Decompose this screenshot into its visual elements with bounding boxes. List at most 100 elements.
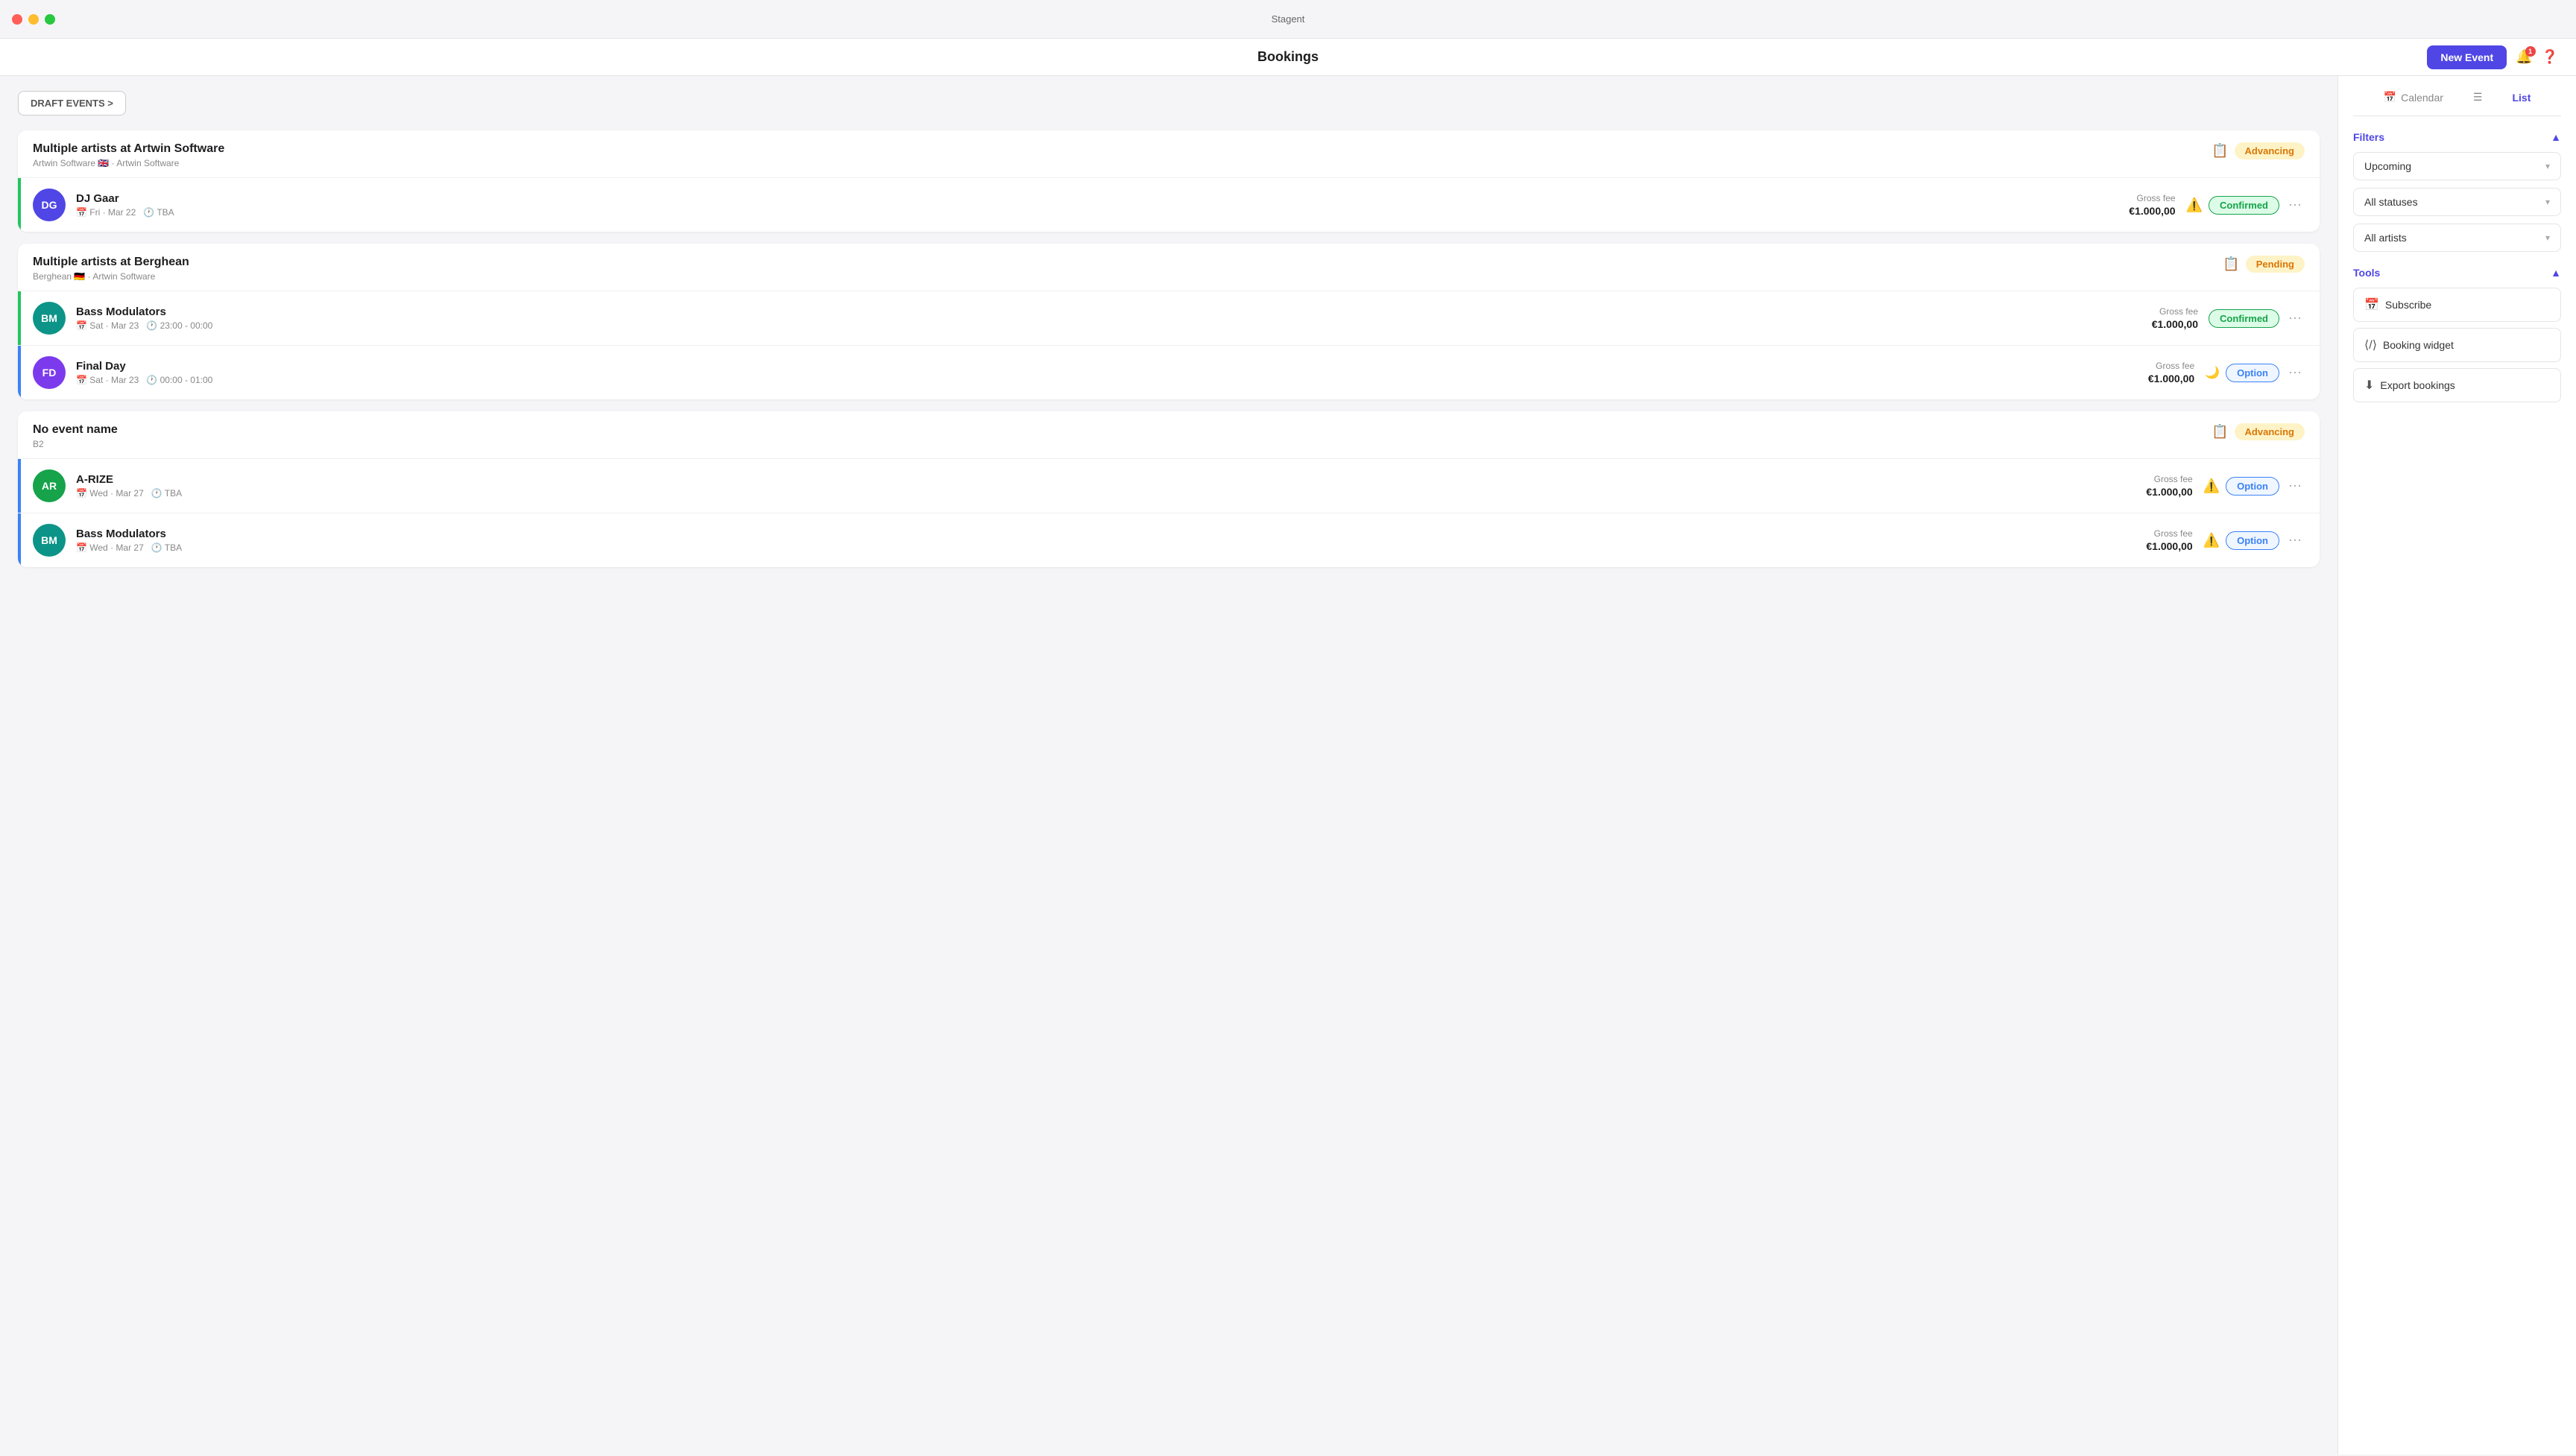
artist-name: DJ Gaar [76,192,2076,205]
app-title: Stagent [1272,13,1305,25]
fee-section: Gross fee €1.000,00 [2103,528,2193,552]
avatar: DG [33,189,66,221]
row-actions: Confirmed ⋯ [2209,308,2305,328]
row-actions: 🌙 Option ⋯ [2205,363,2305,382]
event-status: 📋 Pending [2223,256,2305,273]
moon-icon: 🌙 [2205,365,2220,380]
all-artists-filter[interactable]: All artists ▾ [2353,224,2561,252]
list-toggle-button[interactable]: ☰ [2467,88,2489,107]
calendar-view-button[interactable]: 📅 Calendar [2378,88,2449,107]
date-info: 📅 Sat · Mar 23 [76,375,139,385]
notifications-button[interactable]: 🔔 1 [2516,49,2532,65]
event-group: No event name B2 📋 Advancing AR A-RIZE 📅… [18,411,2320,567]
fee-label: Gross fee [2109,306,2198,317]
event-info: Multiple artists at Artwin Software Artw… [33,142,224,168]
event-subtitle: B2 [33,439,118,449]
tools-section: Tools ▲ 📅 Subscribe ⟨/⟩ Booking widget ⬇… [2353,267,2561,402]
warning-icon: ⚠️ [2203,478,2220,494]
traffic-lights [12,14,55,25]
artist-status-badge: Option [2226,531,2279,550]
booking-widget-button[interactable]: ⟨/⟩ Booking widget [2353,328,2561,362]
upcoming-label: Upcoming [2364,160,2411,172]
status-badge: Advancing [2235,423,2305,440]
event-info: Multiple artists at Berghean Berghean 🇩🇪… [33,256,189,282]
fee-amount: €1.000,00 [2105,373,2194,384]
artist-status-badge: Option [2226,364,2279,382]
event-title: Multiple artists at Artwin Software [33,142,224,156]
artist-name: Bass Modulators [76,528,2093,540]
minimize-button[interactable] [28,14,39,25]
artist-status-badge: Option [2226,477,2279,496]
fee-section: Gross fee €1.000,00 [2109,306,2198,330]
event-group: Multiple artists at Artwin Software Artw… [18,130,2320,232]
draft-events-banner[interactable]: DRAFT EVENTS > [18,91,126,115]
artist-meta: 📅 Sat · Mar 23 🕐 00:00 - 01:00 [76,375,2094,385]
row-actions: ⚠️ Option ⋯ [2203,476,2305,496]
calendar-icon: 📅 [2384,91,2396,104]
chevron-down-icon: ▾ [2545,161,2550,171]
all-statuses-filter[interactable]: All statuses ▾ [2353,188,2561,216]
event-header: Multiple artists at Berghean Berghean 🇩🇪… [18,244,2320,291]
code-icon: ⟨/⟩ [2364,338,2377,352]
fee-label: Gross fee [2103,528,2193,539]
view-toggle: 📅 Calendar ☰ List [2353,88,2561,116]
more-options-button[interactable]: ⋯ [2285,531,2305,550]
title-bar: Stagent [0,0,2576,39]
event-subtitle: Berghean 🇩🇪 · Artwin Software [33,271,189,282]
event-status: 📋 Advancing [2212,142,2305,159]
list-icon: ☰ [2473,91,2483,104]
upcoming-filter[interactable]: Upcoming ▾ [2353,152,2561,180]
avatar: BM [33,302,66,335]
collapse-filters-icon[interactable]: ▲ [2551,131,2561,143]
tools-label: Tools [2353,267,2380,279]
fee-label: Gross fee [2086,193,2176,203]
artist-name: A-RIZE [76,473,2093,486]
time-info: 🕐 TBA [151,542,182,553]
artist-info: DJ Gaar 📅 Fri · Mar 22 🕐 TBA [76,192,2076,218]
more-options-button[interactable]: ⋯ [2285,363,2305,382]
chevron-down-icon: ▾ [2545,232,2550,243]
more-options-button[interactable]: ⋯ [2285,476,2305,496]
date-info: 📅 Wed · Mar 27 [76,542,144,553]
more-options-button[interactable]: ⋯ [2285,195,2305,215]
advancing-icon: 📋 [2212,424,2228,440]
artist-info: Bass Modulators 📅 Sat · Mar 23 🕐 23:00 -… [76,306,2098,331]
close-button[interactable] [12,14,22,25]
artist-row: BM Bass Modulators 📅 Sat · Mar 23 🕐 23:0… [18,291,2320,345]
artist-row: BM Bass Modulators 📅 Wed · Mar 27 🕐 TBA … [18,513,2320,567]
filters-section-title: Filters ▲ [2353,131,2561,143]
collapse-tools-icon[interactable]: ▲ [2551,267,2561,279]
artist-status-badge: Confirmed [2209,309,2279,328]
more-options-button[interactable]: ⋯ [2285,308,2305,328]
maximize-button[interactable] [45,14,55,25]
row-actions: ⚠️ Option ⋯ [2203,531,2305,550]
page-title: Bookings [1257,49,1319,65]
main-content: DRAFT EVENTS > Multiple artists at Artwi… [0,76,2337,1455]
artist-meta: 📅 Fri · Mar 22 🕐 TBA [76,207,2076,218]
time-info: 🕐 TBA [143,207,174,218]
tools-section-title: Tools ▲ [2353,267,2561,279]
fee-section: Gross fee €1.000,00 [2105,361,2194,384]
chevron-down-icon: ▾ [2545,197,2550,207]
fee-label: Gross fee [2103,474,2193,484]
list-view-button[interactable]: List [2506,89,2536,107]
event-group: Multiple artists at Berghean Berghean 🇩🇪… [18,244,2320,399]
event-title: No event name [33,423,118,437]
time-info: 🕐 23:00 - 00:00 [146,320,212,331]
row-actions: ⚠️ Confirmed ⋯ [2186,195,2305,215]
fee-amount: €1.000,00 [2109,318,2198,330]
event-title: Multiple artists at Berghean [33,256,189,269]
advancing-icon: 📋 [2212,143,2228,159]
filters-label: Filters [2353,131,2384,143]
booking-widget-label: Booking widget [2383,339,2454,351]
help-button[interactable]: ❓ [2542,49,2558,65]
avatar: FD [33,356,66,389]
subscribe-button[interactable]: 📅 Subscribe [2353,288,2561,322]
artist-info: A-RIZE 📅 Wed · Mar 27 🕐 TBA [76,473,2093,498]
new-event-button[interactable]: New Event [2427,45,2507,69]
event-info: No event name B2 [33,423,118,449]
export-bookings-button[interactable]: ⬇ Export bookings [2353,368,2561,402]
artist-row: DG DJ Gaar 📅 Fri · Mar 22 🕐 TBA Gross fe… [18,177,2320,232]
list-label: List [2512,92,2531,104]
export-bookings-label: Export bookings [2380,379,2455,391]
